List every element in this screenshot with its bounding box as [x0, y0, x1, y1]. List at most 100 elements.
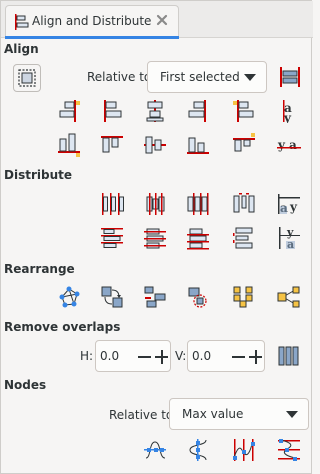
distribute-gaps-horizontal-button[interactable] — [231, 191, 257, 217]
distribute-top-icon — [101, 228, 123, 248]
align-left-edge-to-right-anchor-button[interactable] — [231, 98, 257, 124]
align-distribute-icon — [15, 14, 29, 30]
chevron-down-icon — [244, 74, 256, 81]
align-relative-to-dropdown[interactable]: First selected — [147, 61, 267, 93]
remove-overlaps-icon — [278, 346, 299, 366]
distribute-nodes-horizontal-button[interactable] — [231, 437, 257, 463]
section-title-align: Align — [4, 42, 39, 56]
v-gap-label: V: — [175, 349, 187, 363]
grid-arrange-icon — [233, 286, 253, 308]
align-top-icon — [101, 136, 123, 153]
unclump-objects-button[interactable] — [142, 284, 168, 310]
align-relative-to-label: Relative to: — [87, 70, 156, 84]
align-top-edges-button[interactable] — [99, 132, 125, 158]
move-selection-as-group-button[interactable] — [277, 64, 303, 90]
distribute-right-icon — [187, 193, 209, 215]
align-relative-to-value: First selected — [160, 70, 240, 84]
distribute-baselines-vertical-button[interactable]: y a — [276, 225, 302, 251]
align-left-to-right-icon — [233, 100, 254, 122]
graph-network-icon — [59, 286, 80, 308]
remove-overlaps-button[interactable] — [276, 343, 302, 369]
nodes-relative-to-value: Max value — [182, 407, 244, 421]
distribute-nodes-vertical-button[interactable] — [276, 437, 302, 463]
align-top-to-bottom-icon — [58, 133, 80, 157]
distribute-gaps-horizontal-icon — [233, 193, 255, 213]
close-icon[interactable] — [155, 13, 169, 27]
align-bottom-icon — [187, 137, 209, 154]
distribute-right-edges-button[interactable] — [185, 191, 211, 217]
svg-text:y: y — [289, 200, 298, 214]
distribute-bottom-icon — [187, 228, 209, 250]
center-on-vertical-axis-button[interactable] — [142, 98, 168, 124]
distribute-gaps-vertical-icon — [233, 227, 253, 249]
plus-icon-vertical — [255, 350, 257, 364]
minus-icon[interactable] — [138, 356, 151, 358]
section-title-remove-overlaps: Remove overlaps — [4, 320, 121, 334]
distribute-nodes-horizontal-icon — [233, 439, 255, 461]
exchange-positions-button[interactable] — [99, 284, 125, 310]
align-distribute-panel: Align and Distribute Align Relative to: … — [0, 0, 313, 474]
section-title-distribute: Distribute — [4, 168, 72, 182]
distribute-center-vertical-icon — [144, 228, 166, 249]
tab-label: Align and Distribute — [32, 14, 152, 28]
center-vertical-axis-icon — [146, 100, 164, 122]
nodes-relative-to-dropdown[interactable]: Max value — [169, 398, 309, 430]
svg-text:y: y — [277, 138, 286, 152]
arrange-connector-network-button[interactable] — [56, 284, 82, 310]
randomize-icon — [188, 287, 207, 308]
align-top-to-bottom-anchor-button[interactable] — [56, 132, 82, 158]
distribute-nodes-vertical-icon — [278, 439, 300, 461]
treat-selection-as-group-button[interactable] — [13, 64, 41, 92]
align-left-icon — [104, 100, 122, 122]
align-bottom-to-top-icon — [233, 133, 255, 152]
text-baseline-horizontal-icon: y a — [277, 138, 301, 152]
distribute-text-horizontal-icon: a y — [278, 194, 300, 215]
nodes-horizontal-icon — [144, 441, 166, 459]
svg-text:a: a — [289, 138, 297, 152]
arrange-on-grid-button[interactable] — [231, 284, 257, 310]
randomize-positions-button[interactable] — [185, 284, 211, 310]
align-right-to-left-icon — [59, 100, 80, 122]
section-title-rearrange: Rearrange — [4, 262, 75, 276]
plus-icon-vertical — [161, 350, 163, 364]
align-baselines-vertical-button[interactable]: y a — [276, 132, 302, 158]
align-right-edge-to-left-anchor-button[interactable] — [56, 98, 82, 124]
distribute-baselines-horizontal-button[interactable]: a y — [276, 191, 302, 217]
distribute-gaps-vertical-button[interactable] — [231, 225, 257, 251]
arrange-on-circle-button[interactable] — [276, 284, 302, 310]
tab-bar: Align and Distribute — [1, 1, 313, 39]
tab-align-distribute[interactable]: Align and Distribute — [5, 5, 179, 39]
tree-arrange-icon — [277, 286, 300, 308]
distribute-left-edges-button[interactable] — [99, 191, 125, 217]
v-gap-spinbutton[interactable]: 0.0 — [187, 340, 265, 372]
h-gap-spinbutton[interactable]: 0.0 — [95, 340, 171, 372]
distribute-bottom-edges-button[interactable] — [185, 225, 211, 251]
align-bottom-to-top-anchor-button[interactable] — [231, 132, 257, 158]
h-gap-value: 0.0 — [100, 349, 120, 363]
text-baseline-icon: a y — [283, 100, 292, 123]
nodes-vertical-icon — [189, 439, 207, 461]
align-baselines-horizontal-button[interactable]: a y — [276, 98, 302, 124]
h-gap-label: H: — [80, 349, 94, 363]
v-gap-value: 0.0 — [192, 349, 212, 363]
align-left-edges-button[interactable] — [99, 98, 125, 124]
align-bottom-edges-button[interactable] — [185, 132, 211, 158]
minus-icon[interactable] — [232, 356, 245, 358]
align-right-edges-button[interactable] — [185, 98, 211, 124]
center-horizontal-axis-icon — [144, 136, 166, 154]
selection-group-icon — [18, 69, 36, 87]
distribute-centers-horizontal-button[interactable] — [142, 191, 168, 217]
distribute-centers-vertical-button[interactable] — [142, 225, 168, 251]
distribute-center-horizontal-icon — [146, 193, 165, 215]
unclump-icon — [144, 286, 166, 308]
nodes-relative-to-label: Relative to: — [109, 408, 178, 422]
distribute-top-edges-button[interactable] — [99, 225, 125, 251]
section-title-nodes: Nodes — [4, 378, 47, 392]
align-right-icon — [188, 100, 206, 122]
align-nodes-vertical-button[interactable] — [185, 437, 211, 463]
align-nodes-horizontal-button[interactable] — [142, 437, 168, 463]
center-on-horizontal-axis-button[interactable] — [142, 132, 168, 158]
group-move-icon — [280, 67, 300, 87]
distribute-text-vertical-icon: y a — [279, 226, 300, 250]
exchange-positions-icon — [101, 286, 123, 308]
